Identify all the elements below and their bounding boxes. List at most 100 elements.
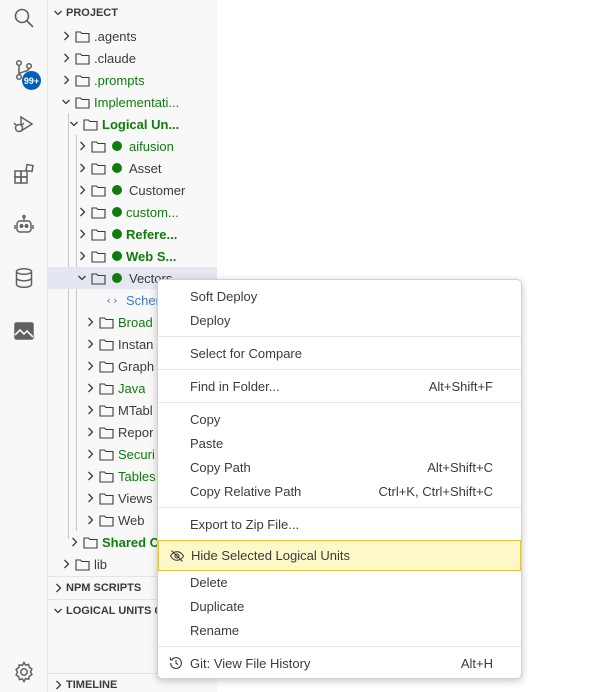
tree-item-label: lib [94, 556, 108, 572]
menu-item-copy-relative-path[interactable]: Copy Relative Path Ctrl+K, Ctrl+Shift+C [158, 479, 521, 503]
tree-item-claude[interactable]: .claude [48, 47, 217, 69]
folder-icon [90, 182, 106, 198]
eye-closed-icon [169, 548, 185, 564]
tree-item-label: Shared C [102, 534, 160, 550]
folder-icon [98, 512, 114, 528]
menu-item-label: Hide Selected Logical Units [191, 548, 350, 563]
chevron-right-icon [82, 493, 98, 503]
chevron-right-icon [50, 583, 66, 593]
menu-item-shortcut: Ctrl+K, Ctrl+Shift+C [378, 483, 493, 499]
tree-item-label: Tables [118, 468, 156, 484]
menu-item-paste[interactable]: Paste [158, 431, 521, 455]
menu-item-git-view-file-history[interactable]: Git: View File History Alt+H [158, 651, 521, 675]
chevron-right-icon [82, 449, 98, 459]
menu-separator [158, 646, 521, 647]
code-file-icon: ‹› [105, 293, 119, 307]
folder-icon [90, 204, 106, 220]
menu-item-hide-selected-logical-units[interactable]: Hide Selected Logical Units [158, 540, 521, 571]
tree-item-customer[interactable]: Customer [48, 179, 217, 201]
menu-item-duplicate[interactable]: Duplicate [158, 594, 521, 618]
menu-item-label: Select for Compare [190, 345, 302, 361]
tree-item-label: aifusion [129, 138, 174, 154]
chevron-right-icon [58, 53, 74, 63]
copilot-icon[interactable] [10, 211, 38, 239]
tree-item-label: Broad [118, 314, 153, 330]
menu-item-label: Git: View File History [190, 655, 311, 671]
chevron-right-icon [82, 339, 98, 349]
run-debug-icon[interactable] [10, 110, 38, 138]
menu-item-shortcut: Alt+Shift+C [427, 459, 493, 475]
folder-icon [74, 50, 90, 66]
chevron-down-icon [58, 97, 74, 107]
menu-item-select-for-compare[interactable]: Select for Compare [158, 341, 521, 365]
menu-item-rename[interactable]: Rename [158, 618, 521, 642]
tree-item-asset[interactable]: Asset [48, 157, 217, 179]
chevron-right-icon [74, 207, 90, 217]
chevron-right-icon [74, 251, 90, 261]
chevron-right-icon [58, 75, 74, 85]
folder-icon [74, 556, 90, 572]
logical-unit-status-icon [112, 207, 122, 217]
history-icon [168, 655, 184, 671]
logical-units-header-label: LOGICAL UNITS G [66, 605, 163, 617]
database-icon[interactable] [10, 264, 38, 292]
tree-item-label: .agents [94, 28, 137, 44]
menu-item-label: Deploy [190, 312, 231, 328]
tree-item-label: Web [118, 512, 145, 528]
menu-item-label: Find in Folder... [190, 378, 280, 394]
chevron-right-icon [50, 680, 66, 690]
tree-item-label: Java [118, 380, 146, 396]
menu-separator [158, 507, 521, 508]
tree-item-label: .prompts [94, 72, 145, 88]
tree-item-label: Customer [129, 182, 186, 198]
menu-item-label: Delete [190, 574, 228, 590]
folder-open-icon [74, 94, 90, 110]
tree-item-prompts[interactable]: .prompts [48, 69, 217, 91]
logical-unit-status-icon [112, 185, 122, 195]
tree-item-custom[interactable]: custom... [48, 201, 217, 223]
menu-item-copy-path[interactable]: Copy Path Alt+Shift+C [158, 455, 521, 479]
extensions-icon[interactable] [10, 160, 38, 188]
chevron-right-icon [74, 163, 90, 173]
tree-item-aifusion[interactable]: aifusion [48, 135, 217, 157]
logical-unit-status-icon [112, 229, 122, 239]
folder-icon [82, 534, 98, 550]
menu-item-label: Paste [190, 435, 224, 451]
settings-gear-icon[interactable] [10, 658, 38, 686]
tree-item-label: Web S... [126, 248, 177, 264]
project-section-header[interactable]: PROJECT [48, 2, 217, 24]
menu-item-copy[interactable]: Copy [158, 407, 521, 431]
tree-item-web-services[interactable]: Web S... [48, 245, 217, 267]
folder-icon [98, 446, 114, 462]
menu-item-label: Duplicate [190, 598, 245, 614]
folder-open-icon [82, 116, 98, 132]
menu-item-export-zip[interactable]: Export to Zip File... [158, 512, 521, 536]
tree-item-implementation[interactable]: Implementati... [48, 91, 217, 113]
tree-item-label: MTabl [118, 402, 153, 418]
menu-item-label: Copy Relative Path [190, 483, 302, 499]
menu-item-delete[interactable]: Delete [158, 570, 521, 594]
menu-item-deploy[interactable]: Deploy [158, 308, 521, 332]
tree-item-logical-units[interactable]: Logical Un... [48, 113, 217, 135]
folder-icon [74, 72, 90, 88]
chevron-down-icon [66, 119, 82, 129]
context-menu: Soft Deploy Deploy Select for Compare Fi… [157, 279, 522, 679]
search-icon[interactable] [10, 4, 38, 32]
tree-item-agents[interactable]: .agents [48, 25, 217, 47]
folder-icon [98, 336, 114, 352]
tree-item-label: custom... [126, 204, 179, 220]
tree-item-label: Securi [118, 446, 155, 462]
chevron-down-icon [50, 606, 66, 616]
menu-item-label: Copy [190, 411, 221, 427]
tree-item-label: Graph [118, 358, 155, 374]
tree-item-label: .claude [94, 50, 136, 66]
image-preview-icon[interactable] [10, 317, 38, 345]
chevron-right-icon [82, 361, 98, 371]
menu-item-soft-deploy[interactable]: Soft Deploy [158, 284, 521, 308]
chevron-right-icon [66, 537, 82, 547]
folder-icon [98, 314, 114, 330]
tree-item-reference[interactable]: Refere... [48, 223, 217, 245]
chevron-down-icon [74, 273, 90, 283]
menu-item-find-in-folder[interactable]: Find in Folder... Alt+Shift+F [158, 374, 521, 398]
chevron-right-icon [82, 317, 98, 327]
